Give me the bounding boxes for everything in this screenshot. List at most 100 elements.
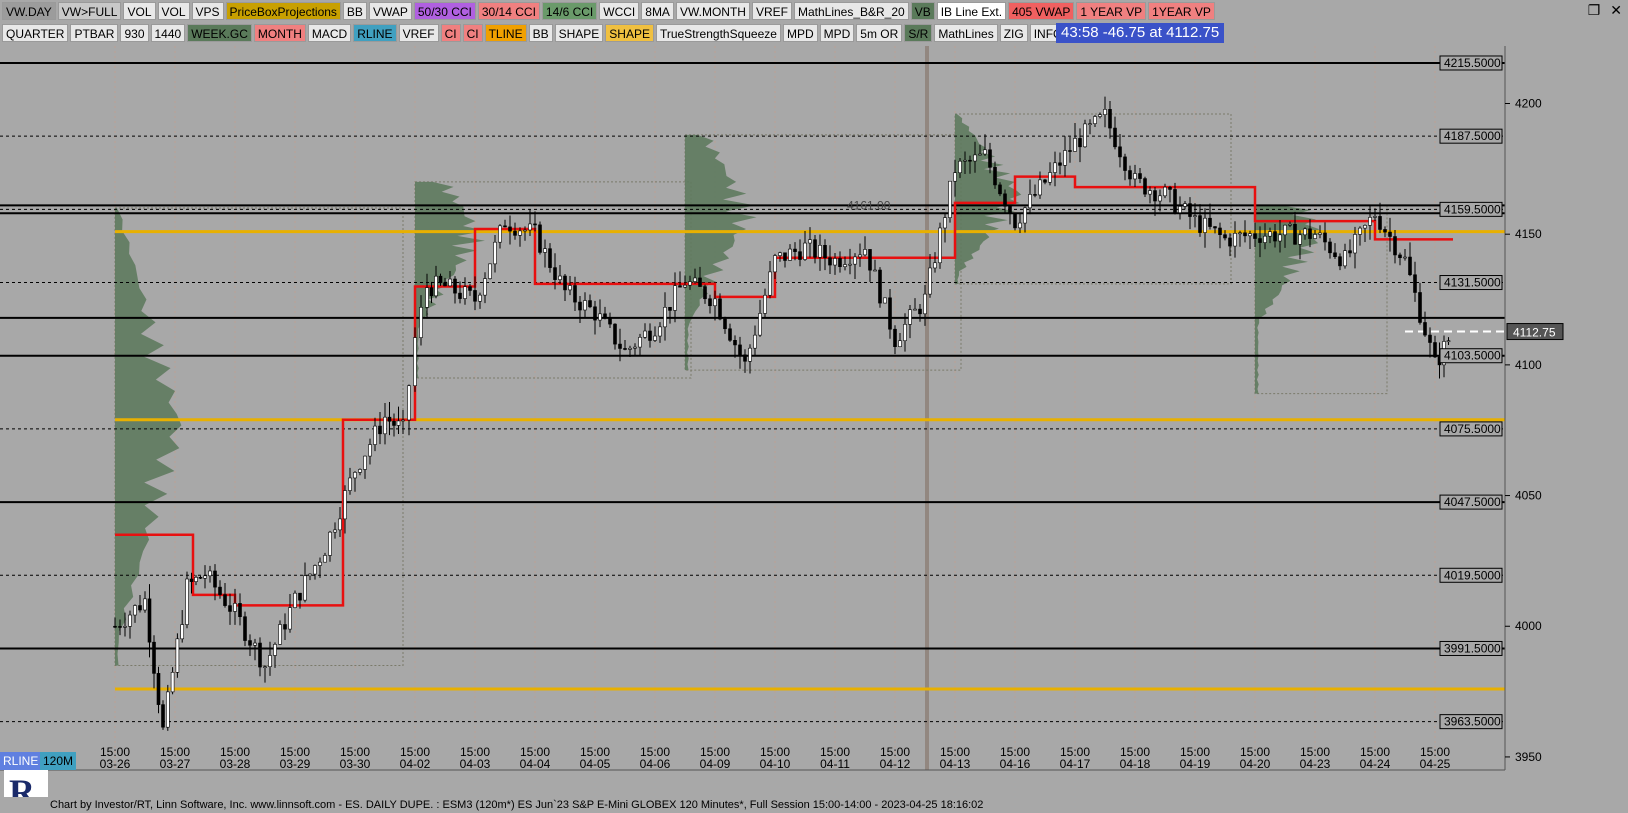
- toolbar2-button-2[interactable]: 930: [120, 24, 149, 42]
- toolbar1-button-10[interactable]: 14/6 CCI: [541, 2, 598, 20]
- toolbar1-button-13[interactable]: VW.MONTH: [675, 2, 750, 20]
- price-chart[interactable]: 4161.00 4200 4150 4100 4050 4000 3950 4215.500…: [0, 0, 1628, 813]
- chart-background: [0, 0, 1628, 813]
- toolbar2-button-8[interactable]: VREF: [398, 24, 439, 42]
- candle-body: [1113, 127, 1117, 148]
- toolbar2-button-10[interactable]: CI: [462, 24, 483, 42]
- candle-body: [978, 153, 982, 156]
- toolbar2-button-17[interactable]: MPD: [819, 24, 855, 42]
- candle-body: [152, 641, 156, 674]
- toolbar2-button-9[interactable]: CI: [440, 24, 461, 42]
- candle-body: [1248, 233, 1252, 237]
- toolbar2-button-11[interactable]: TLINE: [484, 24, 527, 42]
- footer-text: Chart by Investor/RT, Linn Software, Inc…: [50, 799, 984, 811]
- toolbar2-button-4[interactable]: WEEK.GC: [187, 24, 252, 42]
- toolbar2-button-13[interactable]: SHAPE: [554, 24, 604, 42]
- toolbar1-button-9[interactable]: 30/14 CCI: [477, 2, 540, 20]
- candle-body: [268, 655, 272, 667]
- candle-body: [387, 416, 392, 422]
- toolbar2-button-5[interactable]: MONTH: [253, 24, 306, 42]
- candle-body: [1353, 234, 1357, 254]
- candle-body: [973, 154, 977, 162]
- candle-body: [170, 672, 175, 693]
- candle-body: [1173, 189, 1177, 214]
- candle-body: [723, 318, 727, 330]
- candle-body: [1213, 226, 1217, 229]
- candle-body: [166, 691, 170, 728]
- toolbar2-button-18[interactable]: 5m OR: [856, 24, 903, 42]
- candle-body: [1143, 178, 1147, 195]
- candle-body: [1198, 215, 1202, 233]
- interval-tag[interactable]: 120M: [40, 752, 77, 770]
- toolbar2-button-21[interactable]: ZIG: [999, 24, 1028, 42]
- candle-body: [1303, 228, 1307, 236]
- toolbar2-button-0[interactable]: QUARTER: [2, 24, 69, 42]
- toolbar2-button-20[interactable]: MathLines: [934, 24, 998, 42]
- toolbar1-button-17[interactable]: IB Line Ext.: [936, 2, 1007, 20]
- toolbar1-button-18[interactable]: 405 VWAP: [1008, 2, 1075, 20]
- candle-body: [1063, 150, 1067, 166]
- candle-body: [1148, 190, 1152, 195]
- rline-tag[interactable]: RLINE: [0, 752, 42, 770]
- candle-body: [703, 286, 707, 300]
- y-tick-label: 4200: [1515, 97, 1542, 111]
- candle-body: [1268, 231, 1272, 237]
- candle-body: [1133, 173, 1137, 180]
- level-label-1: 4187.5000: [1444, 129, 1501, 143]
- candle-body: [503, 225, 507, 228]
- toolbar2-button-12[interactable]: BB: [528, 24, 553, 42]
- toolbar2-button-16[interactable]: MPD: [782, 24, 818, 42]
- toolbar1-button-6[interactable]: BB: [342, 2, 367, 20]
- candle-body: [338, 518, 342, 531]
- toolbar1-button-19[interactable]: 1 YEAR VP: [1076, 2, 1147, 20]
- toolbar1-button-20[interactable]: 1YEAR VP: [1148, 2, 1215, 20]
- toolbar1-button-3[interactable]: VOL: [157, 2, 190, 20]
- toolbar1-button-16[interactable]: VB: [910, 2, 935, 20]
- candle-body: [533, 223, 537, 226]
- toolbar1-button-5[interactable]: PriceBoxProjections: [225, 2, 341, 20]
- toolbar2-button-6[interactable]: MACD: [307, 24, 352, 42]
- x-date-label-20: 04-23: [1300, 757, 1331, 771]
- candle-body: [488, 263, 492, 279]
- toolbar1-button-8[interactable]: 50/30 CCI: [413, 2, 476, 20]
- toolbar2-button-19[interactable]: S/R: [904, 24, 933, 42]
- toolbar1-button-14[interactable]: VREF: [751, 2, 792, 20]
- candle-body: [738, 344, 742, 356]
- candle-body: [863, 249, 867, 256]
- candle-body: [368, 444, 372, 457]
- candle-body: [1008, 205, 1012, 214]
- candle-body: [248, 640, 252, 646]
- toolbar1-button-0[interactable]: VW.DAY: [2, 2, 56, 20]
- candle-body: [438, 275, 443, 284]
- candle-body: [558, 275, 562, 280]
- toolbar1-button-4[interactable]: VPS: [191, 2, 224, 20]
- candle-body: [401, 419, 405, 422]
- toolbar1-button-1[interactable]: VW>FULL: [57, 2, 122, 20]
- candle-body: [608, 317, 612, 325]
- candle-body: [958, 160, 962, 174]
- candle-body: [768, 271, 772, 296]
- toolbar2-button-1[interactable]: PTBAR: [70, 24, 119, 42]
- toolbar2-button-15[interactable]: TrueStrengthSqueeze: [655, 24, 781, 42]
- candle-body: [923, 293, 927, 315]
- candle-body: [1118, 146, 1122, 158]
- x-date-label-19: 04-20: [1240, 757, 1271, 771]
- candle-body: [1333, 252, 1337, 258]
- restore-icon[interactable]: ❐: [1588, 2, 1601, 19]
- close-icon[interactable]: ✕: [1610, 2, 1622, 19]
- toolbar1-button-2[interactable]: VOL: [123, 2, 156, 20]
- toolbar2-button-7[interactable]: RLINE: [353, 24, 397, 42]
- candle-body: [113, 625, 117, 628]
- toolbar1-button-12[interactable]: 8MA: [641, 2, 674, 20]
- level-label-5: 4075.5000: [1444, 422, 1501, 436]
- toolbar2-button-3[interactable]: 1440: [150, 24, 186, 42]
- toolbar1-button-7[interactable]: VWAP: [368, 2, 412, 20]
- candle-body: [983, 149, 987, 155]
- candle-body: [1053, 162, 1057, 173]
- candle-body: [613, 323, 617, 345]
- candle-body: [1283, 224, 1287, 236]
- toolbar1-button-11[interactable]: WCCI: [599, 2, 640, 20]
- toolbar2-button-14[interactable]: SHAPE: [605, 24, 654, 42]
- candle-body: [1023, 207, 1027, 224]
- toolbar1-button-15[interactable]: MathLines_B&R_20: [793, 2, 909, 20]
